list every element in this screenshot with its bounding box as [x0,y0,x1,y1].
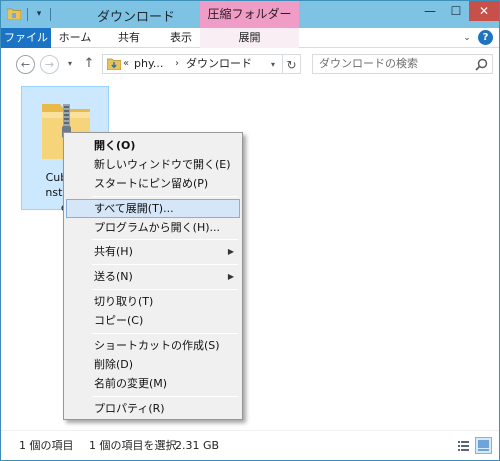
search-placeholder: ダウンロードの検索 [319,57,418,70]
menu-item-open-with[interactable]: プログラムから開く(H)... [66,218,240,237]
ribbon-tabs: ファイル ホーム 共有 表示 展開 ⌄ ? [1,28,499,48]
context-menu: 開く(O) 新しいウィンドウで開く(E) スタートにピン留め(P) すべて展開(… [63,132,243,420]
title-bar: ▾ ダウンロード 圧縮フォルダー ツール — ☐ ✕ [1,1,499,48]
navigation-bar: ← → ▾ ↑ « phy... › ダウンロード ▾ ↻ ダウンロードの検索 [1,48,499,80]
compressed-folder-tools-label: 圧縮フォルダー ツール [200,1,299,48]
tab-file[interactable]: ファイル [1,28,51,48]
maximize-button[interactable]: ☐ [443,1,469,21]
up-button[interactable]: ↑ [81,56,97,72]
menu-item-open[interactable]: 開く(O) [66,136,240,155]
address-separator-icon[interactable]: › [175,57,179,71]
menu-separator [92,396,238,397]
tab-view[interactable]: 表示 [161,28,201,48]
status-selected: 1 個の項目を選択 [89,439,177,452]
menu-separator [92,333,238,334]
menu-separator [92,196,238,197]
recent-locations-dropdown[interactable]: ▾ [65,57,75,71]
address-overflow-icon[interactable]: « [123,57,129,71]
menu-item-cut[interactable]: 切り取り(T) [66,292,240,311]
large-icons-view-icon[interactable] [475,437,492,454]
menu-item-label: 送る(N) [94,270,133,283]
menu-item-send-to[interactable]: 送る(N) ▶ [66,267,240,286]
help-icon[interactable]: ? [478,30,493,45]
menu-separator [92,289,238,290]
tab-home[interactable]: ホーム [55,28,95,48]
quick-access-dropdown-icon[interactable]: ▾ [33,7,45,21]
menu-item-open-new-window[interactable]: 新しいウィンドウで開く(E) [66,155,240,174]
address-dropdown-icon[interactable]: ▾ [265,54,281,74]
window-title: ダウンロード [97,10,176,25]
quick-access-separator [50,8,51,21]
menu-item-extract-all[interactable]: すべて展開(T)... [66,199,240,218]
status-bar: 1 個の項目 1 個の項目を選択 2.31 GB [1,430,499,460]
minimize-button[interactable]: — [417,1,443,21]
menu-item-rename[interactable]: 名前の変更(M) [66,374,240,393]
submenu-arrow-icon: ▶ [227,272,234,281]
details-view-icon[interactable] [455,437,472,454]
downloads-folder-icon [107,58,121,70]
menu-item-create-shortcut[interactable]: ショートカットの作成(S) [66,336,240,355]
status-item-count: 1 個の項目 [19,439,74,452]
forward-button[interactable]: → [40,55,59,74]
menu-item-label: 共有(H) [94,245,133,258]
menu-item-copy[interactable]: コピー(C) [66,311,240,330]
chevron-down-icon[interactable]: ⌄ [460,31,474,45]
refresh-button[interactable]: ↻ [282,54,301,74]
tab-extract[interactable]: 展開 [200,28,299,48]
folder-icon[interactable] [7,8,21,20]
menu-item-pin-to-start[interactable]: スタートにピン留め(P) [66,174,240,193]
status-size: 2.31 GB [175,439,220,452]
tab-share[interactable]: 共有 [109,28,149,48]
menu-item-delete[interactable]: 削除(D) [66,355,240,374]
search-icon[interactable] [475,58,488,71]
menu-separator [92,264,238,265]
search-input[interactable]: ダウンロードの検索 [312,54,493,74]
menu-separator [92,239,238,240]
menu-item-properties[interactable]: プロパティ(R) [66,399,240,418]
submenu-arrow-icon: ▶ [227,247,234,256]
address-segment-current[interactable]: ダウンロード [186,57,252,71]
close-button[interactable]: ✕ [469,1,499,21]
explorer-window: ▾ ダウンロード 圧縮フォルダー ツール — ☐ ✕ ファイル ホーム 共有 表… [0,0,500,461]
address-segment-parent[interactable]: phy... [134,57,163,71]
back-button[interactable]: ← [16,55,35,74]
quick-access-separator [27,8,28,21]
menu-item-share[interactable]: 共有(H) ▶ [66,242,240,261]
